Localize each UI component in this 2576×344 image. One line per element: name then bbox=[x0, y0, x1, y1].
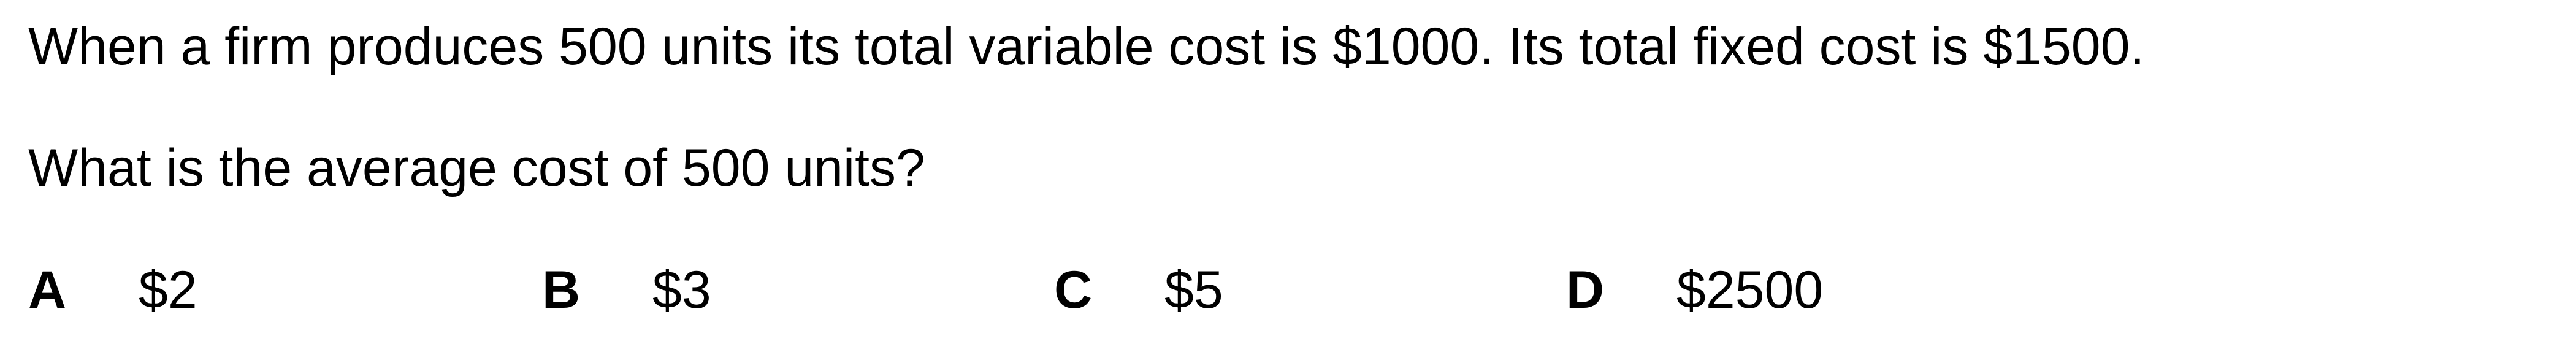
option-d-value: $2500 bbox=[1676, 261, 1824, 319]
question-page: When a firm produces 500 units its total… bbox=[0, 0, 2576, 344]
option-b[interactable]: B $3 bbox=[542, 264, 711, 316]
question-prompt: What is the average cost of 500 units? bbox=[28, 139, 925, 197]
option-a-value: $2 bbox=[139, 261, 197, 319]
option-d[interactable]: D $2500 bbox=[1566, 264, 1823, 316]
option-b-value: $3 bbox=[652, 261, 711, 319]
question-stem: When a firm produces 500 units its total… bbox=[28, 17, 2145, 76]
option-a-letter: A bbox=[28, 261, 67, 319]
option-c-value: $5 bbox=[1164, 261, 1223, 319]
option-d-letter: D bbox=[1566, 261, 1605, 319]
option-a[interactable]: A $2 bbox=[28, 264, 197, 316]
option-c-letter: C bbox=[1054, 261, 1093, 319]
option-c[interactable]: C $5 bbox=[1054, 264, 1223, 316]
option-b-letter: B bbox=[542, 261, 581, 319]
